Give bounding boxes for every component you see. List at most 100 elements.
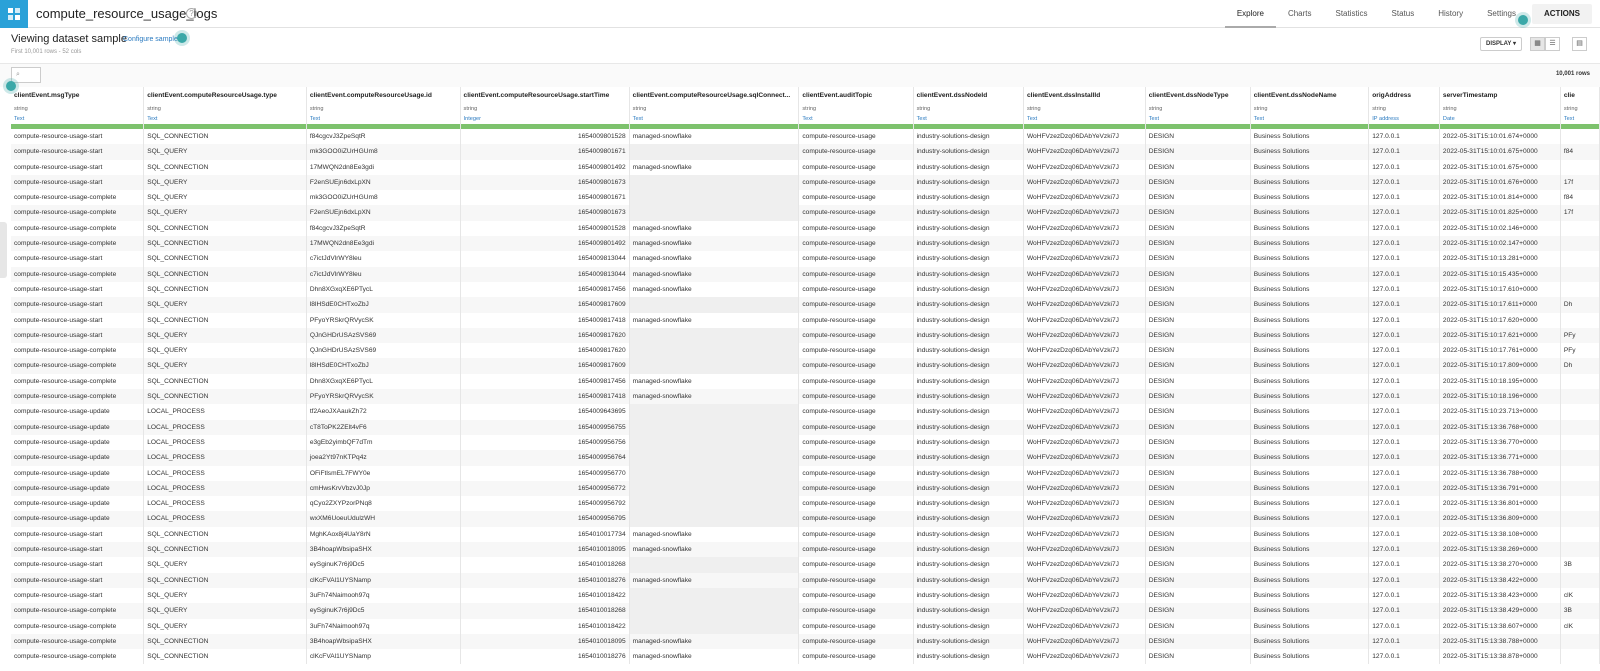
column-meaning-link[interactable]: Text	[1023, 114, 1146, 124]
table-cell[interactable]: managed-snowflake	[629, 373, 800, 390]
table-cell[interactable]: Business Solutions	[1250, 603, 1370, 619]
table-cell[interactable]: 1654009817418	[460, 389, 630, 405]
table-cell[interactable]: compute-resource-usage	[798, 603, 914, 619]
table-cell[interactable]: compute-resource-usage	[798, 419, 914, 435]
table-cell[interactable]: 1654009801671	[460, 190, 630, 206]
configure-sample-link[interactable]: Configure sample	[123, 36, 178, 43]
table-cell[interactable]: 127.0.0.1	[1368, 190, 1440, 206]
table-cell[interactable]	[1560, 496, 1600, 512]
table-cell[interactable]	[629, 297, 800, 313]
column-meaning-link[interactable]: Text	[913, 114, 1024, 124]
table-cell[interactable]: SQL_CONNECTION	[143, 373, 307, 390]
table-cell[interactable]: 2022-05-31T15:10:15.435+0000	[1439, 266, 1561, 282]
table-cell[interactable]: 127.0.0.1	[1368, 389, 1440, 405]
table-cell[interactable]: SQL_CONNECTION	[143, 389, 307, 405]
table-cell[interactable]: WoHFVzezDzq06DAbYeVzki7J	[1023, 480, 1146, 497]
table-cell[interactable]: 1654010017734	[460, 526, 630, 543]
table-cell[interactable]: Business Solutions	[1250, 205, 1370, 221]
table-cell[interactable]: SQL_QUERY	[143, 603, 307, 619]
table-cell[interactable]: 2022-05-31T15:13:36.801+0000	[1439, 496, 1561, 512]
column-meaning-link[interactable]: Text	[11, 114, 145, 124]
table-cell[interactable]: compute-resource-usage-complete	[11, 649, 145, 665]
table-cell[interactable]: 2022-05-31T15:10:02.147+0000	[1439, 236, 1561, 252]
table-cell[interactable]: SQL_QUERY	[143, 144, 307, 160]
table-cell[interactable]: compute-resource-usage	[798, 404, 914, 420]
column-header[interactable]: clientEvent.dssNodeName	[1250, 87, 1370, 104]
table-cell[interactable]: compute-resource-usage	[798, 587, 914, 604]
table-cell[interactable]	[1560, 389, 1600, 405]
table-cell[interactable]: 127.0.0.1	[1368, 297, 1440, 313]
table-cell[interactable]: managed-snowflake	[629, 281, 800, 298]
table-cell[interactable]: SQL_CONNECTION	[143, 251, 307, 267]
table-cell[interactable]: DESIGN	[1145, 220, 1251, 237]
table-cell[interactable]: 127.0.0.1	[1368, 312, 1440, 328]
table-cell[interactable]: DESIGN	[1145, 649, 1251, 665]
table-cell[interactable]	[1560, 159, 1600, 175]
display-dropdown[interactable]: DISPLAY ▾	[1480, 37, 1522, 51]
table-cell[interactable]: compute-resource-usage-complete	[11, 220, 145, 237]
table-cell[interactable]: compute-resource-usage-start	[11, 297, 145, 313]
table-cell[interactable]: SQL_CONNECTION	[143, 572, 307, 588]
table-cell[interactable]: managed-snowflake	[629, 266, 800, 282]
info-icon[interactable]: ?	[186, 8, 197, 19]
table-cell[interactable]: WoHFVzezDzq06DAbYeVzki7J	[1023, 633, 1146, 650]
tutorial-hint-dot[interactable]	[177, 33, 187, 43]
table-cell[interactable]: Business Solutions	[1250, 542, 1370, 558]
table-cell[interactable]: industry-solutions-design	[913, 190, 1024, 206]
table-cell[interactable]	[1560, 434, 1600, 451]
table-cell[interactable]: industry-solutions-design	[913, 465, 1024, 481]
table-cell[interactable]: compute-resource-usage-complete	[11, 266, 145, 282]
table-cell[interactable]: WoHFVzezDzq06DAbYeVzki7J	[1023, 526, 1146, 543]
table-cell[interactable]: Business Solutions	[1250, 281, 1370, 298]
table-cell[interactable]: compute-resource-usage	[798, 205, 914, 221]
table-cell[interactable]: Business Solutions	[1250, 618, 1370, 634]
table-cell[interactable]: 1654010018422	[460, 618, 630, 634]
table-cell[interactable]: 127.0.0.1	[1368, 434, 1440, 451]
table-cell[interactable]: 17f	[1560, 174, 1600, 191]
column-meaning-link[interactable]: Text	[629, 114, 800, 124]
table-cell[interactable]: compute-resource-usage-start	[11, 542, 145, 558]
table-cell[interactable]: compute-resource-usage	[798, 327, 914, 344]
table-cell[interactable]: DESIGN	[1145, 526, 1251, 543]
table-cell[interactable]	[629, 343, 800, 359]
table-cell[interactable]: l8lHSdE0CHTxoZbJ	[306, 297, 461, 313]
column-meaning-link[interactable]: Text	[1250, 114, 1370, 124]
table-cell[interactable]	[1560, 465, 1600, 481]
table-cell[interactable]: SQL_QUERY	[143, 343, 307, 359]
table-cell[interactable]: SQL_CONNECTION	[143, 159, 307, 175]
table-cell[interactable]: DESIGN	[1145, 297, 1251, 313]
table-cell[interactable]: compute-resource-usage	[798, 297, 914, 313]
table-cell[interactable]: compute-resource-usage	[798, 557, 914, 573]
table-cell[interactable]: 127.0.0.1	[1368, 236, 1440, 252]
table-cell[interactable]: WoHFVzezDzq06DAbYeVzki7J	[1023, 205, 1146, 221]
table-cell[interactable]: compute-resource-usage-complete	[11, 603, 145, 619]
table-cell[interactable]: cmHwsKrvVbzvJ0Jp	[306, 480, 461, 497]
table-cell[interactable]: LOCAL_PROCESS	[143, 419, 307, 435]
table-cell[interactable]	[1560, 251, 1600, 267]
table-cell[interactable]: compute-resource-usage-update	[11, 404, 145, 420]
table-cell[interactable]: compute-resource-usage-start	[11, 144, 145, 160]
table-cell[interactable]: LOCAL_PROCESS	[143, 434, 307, 451]
table-cell[interactable]: 127.0.0.1	[1368, 450, 1440, 466]
table-cell[interactable]: tf2AeoJXAaukZh72	[306, 404, 461, 420]
table-cell[interactable]: 2022-05-31T15:13:38.108+0000	[1439, 526, 1561, 543]
table-cell[interactable]: compute-resource-usage-complete	[11, 358, 145, 374]
table-cell[interactable]: LOCAL_PROCESS	[143, 450, 307, 466]
table-cell[interactable]: WoHFVzezDzq06DAbYeVzki7J	[1023, 557, 1146, 573]
table-cell[interactable]	[629, 419, 800, 435]
table-cell[interactable]: Business Solutions	[1250, 450, 1370, 466]
table-cell[interactable]: 1654009817609	[460, 358, 630, 374]
table-cell[interactable]: industry-solutions-design	[913, 633, 1024, 650]
table-cell[interactable]: SQL_CONNECTION	[143, 633, 307, 650]
table-cell[interactable]: DESIGN	[1145, 511, 1251, 527]
table-cell[interactable]: compute-resource-usage-start	[11, 251, 145, 267]
table-cell[interactable]: 1654009956795	[460, 511, 630, 527]
table-cell[interactable]: compute-resource-usage-start	[11, 129, 145, 145]
table-cell[interactable]: clK	[1560, 587, 1600, 604]
table-cell[interactable]: 2022-05-31T15:13:38.788+0000	[1439, 633, 1561, 650]
table-cell[interactable]: managed-snowflake	[629, 526, 800, 543]
table-cell[interactable]	[1560, 526, 1600, 543]
table-cell[interactable]: managed-snowflake	[629, 633, 800, 650]
table-cell[interactable]: DESIGN	[1145, 327, 1251, 344]
table-cell[interactable]: 2022-05-31T15:10:17.621+0000	[1439, 327, 1561, 344]
